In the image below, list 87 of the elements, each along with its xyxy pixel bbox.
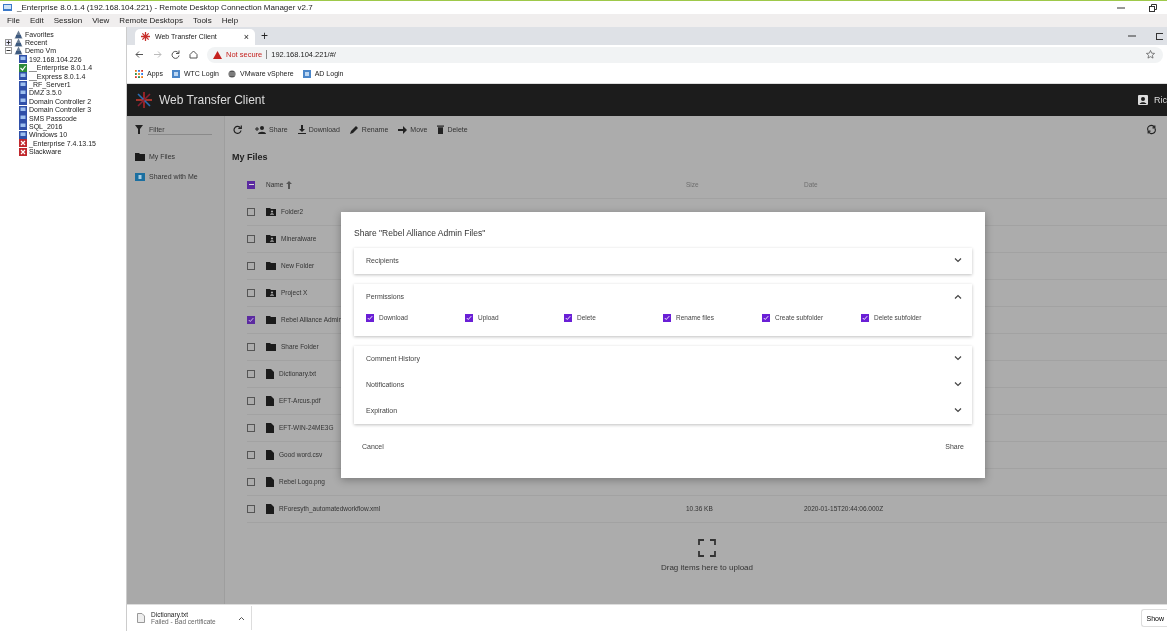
warning-icon [213, 50, 222, 59]
chevron-icon[interactable] [954, 356, 962, 362]
permission-checkbox[interactable] [564, 313, 572, 322]
reload-icon[interactable] [171, 50, 180, 60]
download-icon [297, 125, 306, 135]
trash-icon [437, 125, 445, 135]
file-icon [266, 503, 274, 514]
close-button[interactable]: × [243, 31, 249, 42]
menu-item[interactable]: Edit [29, 16, 44, 25]
sync-icon[interactable] [1146, 124, 1157, 136]
arrow-icon [398, 125, 408, 134]
select-all-checkbox[interactable] [247, 180, 255, 189]
restore-icon[interactable] [1149, 3, 1157, 12]
logo-icon [141, 32, 150, 42]
page-icon [302, 69, 311, 78]
window-title: _Enterprise 8.0.1.4 (192.168.104.221) - Remote Desktop Connection Manager v2.7 [17, 3, 313, 12]
expander-icon[interactable] [5, 39, 12, 47]
share-icon [255, 125, 266, 134]
restore-icon[interactable] [1156, 31, 1163, 40]
refresh-icon[interactable] [233, 125, 242, 135]
app-icon [3, 3, 13, 12]
menu-item[interactable]: Tools [192, 16, 212, 25]
shared-folder-icon [266, 207, 276, 216]
sort-arrow-icon [286, 180, 293, 189]
chevron-icon[interactable] [954, 382, 962, 388]
computer-icon [19, 55, 27, 64]
pencil-icon [349, 125, 359, 135]
dialog-title: Share "Rebel Alliance Admin Files" [354, 227, 487, 238]
star-icon[interactable] [1146, 50, 1155, 60]
folder-icon [266, 342, 276, 351]
folder-icon [266, 315, 276, 324]
row-checkbox[interactable] [247, 369, 255, 378]
permission-checkbox[interactable] [366, 313, 374, 322]
home-icon[interactable] [189, 50, 198, 60]
file-icon [266, 395, 274, 406]
folder-icon [266, 261, 276, 270]
filter-icon [135, 125, 143, 135]
chevron-icon[interactable] [954, 294, 962, 300]
new-tab-button[interactable]: + [261, 29, 268, 42]
page-icon [171, 69, 180, 78]
caret-icon[interactable] [238, 615, 245, 621]
file-icon [266, 449, 274, 460]
drop-hint: Drag items here to upload [660, 562, 754, 572]
row-checkbox[interactable] [247, 477, 255, 486]
group-icon [14, 38, 23, 48]
drop-target-icon [698, 538, 716, 557]
row-checkbox[interactable] [247, 504, 255, 513]
permission-checkbox[interactable] [465, 313, 473, 322]
user-icon[interactable] [1138, 94, 1148, 105]
file-icon [266, 476, 274, 487]
row-checkbox[interactable] [247, 261, 255, 270]
logo-icon [135, 90, 153, 109]
row-checkbox[interactable] [247, 396, 255, 405]
row-checkbox[interactable] [247, 207, 255, 216]
check-icon [19, 63, 27, 72]
app-title: Web Transfer Client [159, 92, 265, 107]
expander-icon[interactable] [5, 47, 12, 55]
permission-checkbox[interactable] [762, 313, 770, 322]
permission-checkbox[interactable] [663, 313, 671, 322]
back-icon[interactable] [135, 50, 144, 60]
apps-icon [135, 69, 143, 78]
row-checkbox[interactable] [247, 450, 255, 459]
permission-checkbox[interactable] [861, 313, 869, 322]
page-heading: My Files [232, 151, 269, 162]
menu-item[interactable]: Help [221, 16, 239, 25]
shared-folder-icon [266, 234, 276, 243]
chevron-icon[interactable] [954, 408, 962, 414]
shared-folder-icon [135, 172, 145, 181]
row-checkbox[interactable] [247, 315, 255, 324]
user-name[interactable]: Ric [1154, 94, 1167, 105]
row-checkbox[interactable] [247, 423, 255, 432]
file-icon [266, 368, 274, 379]
globe-icon [228, 69, 236, 78]
menu-item[interactable]: Session [53, 16, 83, 25]
folder-icon [135, 152, 145, 161]
chevron-icon[interactable] [954, 258, 962, 264]
menu-item[interactable]: File [7, 16, 20, 25]
menu-item[interactable]: Remote Desktops [119, 16, 183, 25]
row-checkbox[interactable] [247, 288, 255, 297]
file-icon [137, 613, 145, 624]
row-checkbox[interactable] [247, 234, 255, 243]
shared-folder-icon [266, 288, 276, 297]
group-icon [14, 29, 23, 39]
file-icon [266, 422, 274, 433]
menu-item[interactable]: View [92, 16, 110, 25]
row-checkbox[interactable] [247, 342, 255, 351]
group-icon [14, 46, 23, 56]
